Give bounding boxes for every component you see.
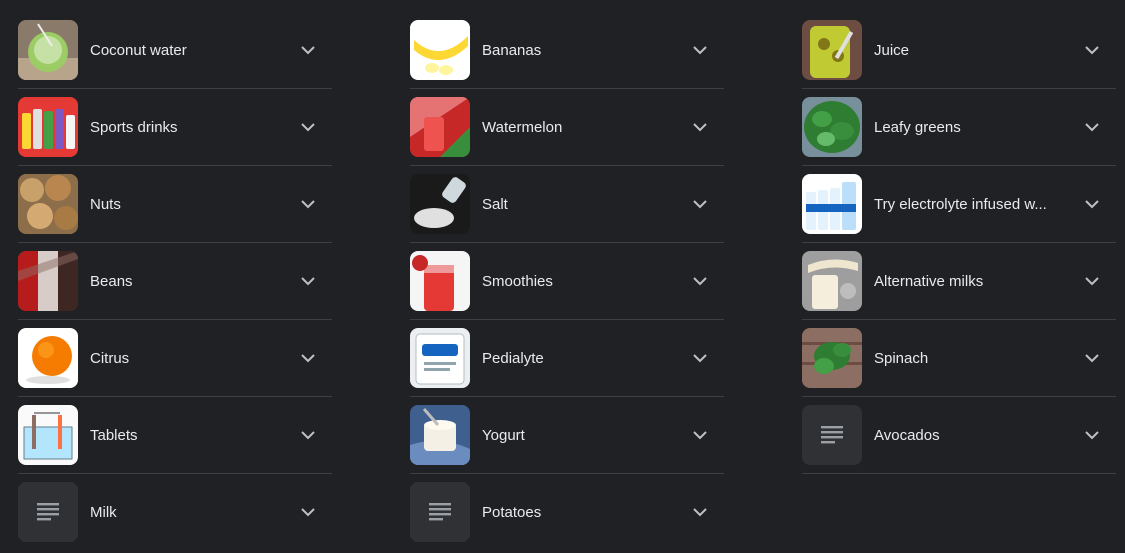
sports-drinks-image <box>18 97 78 157</box>
chevron-down-icon[interactable] <box>296 192 320 216</box>
spinach-image <box>802 328 862 388</box>
chevron-down-icon[interactable] <box>1080 115 1104 139</box>
chevron-down-icon[interactable] <box>296 423 320 447</box>
chevron-down-icon[interactable] <box>688 115 712 139</box>
watermelon-image <box>410 97 470 157</box>
chevron-down-icon[interactable] <box>1080 346 1104 370</box>
list-item-beans[interactable]: Beans <box>18 243 332 320</box>
item-label: Potatoes <box>482 503 542 521</box>
chevron-down-icon[interactable] <box>1080 192 1104 216</box>
list-item-citrus[interactable]: Citrus <box>18 320 332 397</box>
alternative-milks-image <box>802 251 862 311</box>
topics-column-1: Coconut water Sports drinks Nuts Beans C… <box>18 12 332 550</box>
item-label: Yogurt <box>482 426 525 444</box>
chevron-down-icon[interactable] <box>1080 423 1104 447</box>
list-item-milk[interactable]: Milk <box>18 474 332 550</box>
electrolyte-water-image <box>802 174 862 234</box>
nuts-image <box>18 174 78 234</box>
list-item-smoothies[interactable]: Smoothies <box>410 243 724 320</box>
article-placeholder-icon <box>18 482 78 542</box>
item-label: Smoothies <box>482 272 553 290</box>
list-item-juice[interactable]: Juice <box>802 12 1116 89</box>
juice-image <box>802 20 862 80</box>
chevron-down-icon[interactable] <box>1080 38 1104 62</box>
item-label: Alternative milks <box>874 272 984 290</box>
chevron-down-icon[interactable] <box>688 192 712 216</box>
item-label: Milk <box>90 503 117 521</box>
chevron-down-icon[interactable] <box>1080 269 1104 293</box>
chevron-down-icon[interactable] <box>296 346 320 370</box>
list-item-salt[interactable]: Salt <box>410 166 724 243</box>
item-label: Salt <box>482 195 508 213</box>
article-placeholder-icon <box>410 482 470 542</box>
list-item-coconut-water[interactable]: Coconut water <box>18 12 332 89</box>
item-label: Watermelon <box>482 118 563 136</box>
list-item-tablets[interactable]: Tablets <box>18 397 332 474</box>
topics-column-3: Juice Leafy greens Try electrolyte infus… <box>802 12 1116 474</box>
list-item-nuts[interactable]: Nuts <box>18 166 332 243</box>
item-label: Spinach <box>874 349 929 367</box>
chevron-down-icon[interactable] <box>688 423 712 447</box>
list-item-watermelon[interactable]: Watermelon <box>410 89 724 166</box>
item-label: Avocados <box>874 426 940 444</box>
list-item-electrolyte-water[interactable]: Try electrolyte infused w... <box>802 166 1116 243</box>
chevron-down-icon[interactable] <box>688 269 712 293</box>
chevron-down-icon[interactable] <box>688 38 712 62</box>
list-item-alternative-milks[interactable]: Alternative milks <box>802 243 1116 320</box>
smoothies-image <box>410 251 470 311</box>
related-topics-grid: Coconut water Sports drinks Nuts Beans C… <box>0 0 1125 553</box>
list-item-sports-drinks[interactable]: Sports drinks <box>18 89 332 166</box>
list-item-spinach[interactable]: Spinach <box>802 320 1116 397</box>
pedialyte-image <box>410 328 470 388</box>
chevron-down-icon[interactable] <box>296 38 320 62</box>
coconut-water-image <box>18 20 78 80</box>
chevron-down-icon[interactable] <box>688 500 712 524</box>
topics-column-2: Bananas Watermelon Salt Smoothies Pedial… <box>410 12 724 550</box>
list-item-bananas[interactable]: Bananas <box>410 12 724 89</box>
chevron-down-icon[interactable] <box>296 500 320 524</box>
chevron-down-icon[interactable] <box>296 115 320 139</box>
list-item-pedialyte[interactable]: Pedialyte <box>410 320 724 397</box>
item-label: Tablets <box>90 426 138 444</box>
item-label: Nuts <box>90 195 121 213</box>
chevron-down-icon[interactable] <box>688 346 712 370</box>
bananas-image <box>410 20 470 80</box>
item-label: Coconut water <box>90 41 187 59</box>
tablets-image <box>18 405 78 465</box>
item-label: Bananas <box>482 41 542 59</box>
item-label: Sports drinks <box>90 118 178 136</box>
beans-image <box>18 251 78 311</box>
salt-image <box>410 174 470 234</box>
item-label: Pedialyte <box>482 349 544 367</box>
chevron-down-icon[interactable] <box>296 269 320 293</box>
list-item-potatoes[interactable]: Potatoes <box>410 474 724 550</box>
leafy-greens-image <box>802 97 862 157</box>
list-item-avocados[interactable]: Avocados <box>802 397 1116 474</box>
yogurt-image <box>410 405 470 465</box>
citrus-image <box>18 328 78 388</box>
list-item-yogurt[interactable]: Yogurt <box>410 397 724 474</box>
item-label: Beans <box>90 272 133 290</box>
item-label: Try electrolyte infused w... <box>874 195 1047 213</box>
item-label: Juice <box>874 41 910 59</box>
list-item-leafy-greens[interactable]: Leafy greens <box>802 89 1116 166</box>
item-label: Citrus <box>90 349 130 367</box>
article-placeholder-icon <box>802 405 862 465</box>
item-label: Leafy greens <box>874 118 961 136</box>
